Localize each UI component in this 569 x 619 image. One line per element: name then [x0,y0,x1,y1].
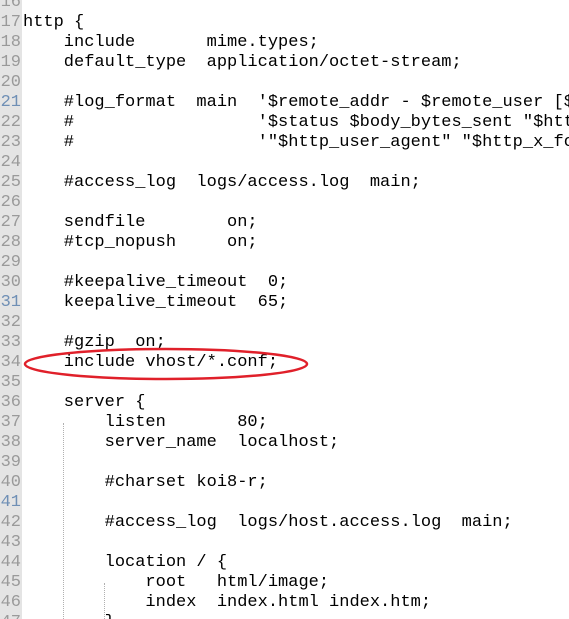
line-number: 25 [0,173,21,192]
line-number: 19 [0,53,21,72]
line-number: 22 [0,113,21,132]
line-number: 38 [0,433,21,452]
code-line: # '"$http_user_agent" "$http_x_for [23,133,569,152]
code-line: root html/image; [23,573,330,592]
code-line: #log_format main '$remote_addr - $remote… [23,93,569,112]
line-number: 32 [0,313,21,332]
code-line: #gzip on; [23,333,166,352]
line-number: 47 [1,613,21,619]
code-area[interactable]: http { include mime.types; default_type … [23,0,569,619]
code-line: default_type application/octet-stream; [23,53,462,72]
line-number: 39 [0,453,21,472]
code-line: # '$status $body_bytes_sent "$http [23,113,569,132]
line-number: 24 [0,153,21,172]
code-line: #access_log logs/host.access.log main; [23,513,513,532]
code-line: include vhost/*.conf; [23,353,279,372]
line-number: 43 [0,533,21,552]
line-number: 16 [0,0,21,12]
line-number: 36 [0,393,21,412]
code-line: server_name localhost; [23,433,340,452]
line-number: 40 [0,473,21,492]
line-number: 23 [0,133,21,152]
code-line: include mime.types; [23,33,319,52]
code-line: #charset koi8-r; [23,473,268,492]
line-number-gutter: 16 17 18 19 20 21 22 23 24 25 26 27 28 29 30 31 32 33 34 35… [0,0,22,619]
line-number: 41 [0,493,21,512]
line-number: 26 [0,193,21,212]
code-line: server { [23,393,146,412]
line-number: 34 [0,353,21,372]
line-number: 27 [0,213,21,232]
code-line: listen 80; [23,413,268,432]
code-line: http { [23,13,85,32]
line-number: 31 [0,293,21,312]
code-line: index index.html index.htm; [23,593,432,612]
line-number: 17 [0,13,21,32]
code-editor[interactable]: 16 17 18 19 20 21 22 23 24 25 26 27 28 29 30 31 32 33 34 35… [0,0,569,619]
line-number: 30 [0,273,21,292]
line-number: 37 [0,413,21,432]
line-number: 21 [0,93,21,112]
code-line: keepalive_timeout 65; [23,293,289,312]
line-number: 42 [0,513,21,532]
line-number: 18 [0,33,21,52]
line-number: 20 [0,73,21,92]
line-number: 44 [0,553,21,572]
code-line: } [23,613,115,619]
code-line: #access_log logs/access.log main; [23,173,421,192]
code-line: sendfile on; [23,213,258,232]
line-number: 35 [0,373,21,392]
code-line: #keepalive_timeout 0; [23,273,289,292]
line-number: 28 [0,233,21,252]
code-line: location / { [23,553,228,572]
line-number: 46 [0,593,21,612]
line-number: 29 [0,253,21,272]
line-number: 33 [0,333,21,352]
line-number: 45 [0,573,21,592]
code-line: #tcp_nopush on; [23,233,258,252]
